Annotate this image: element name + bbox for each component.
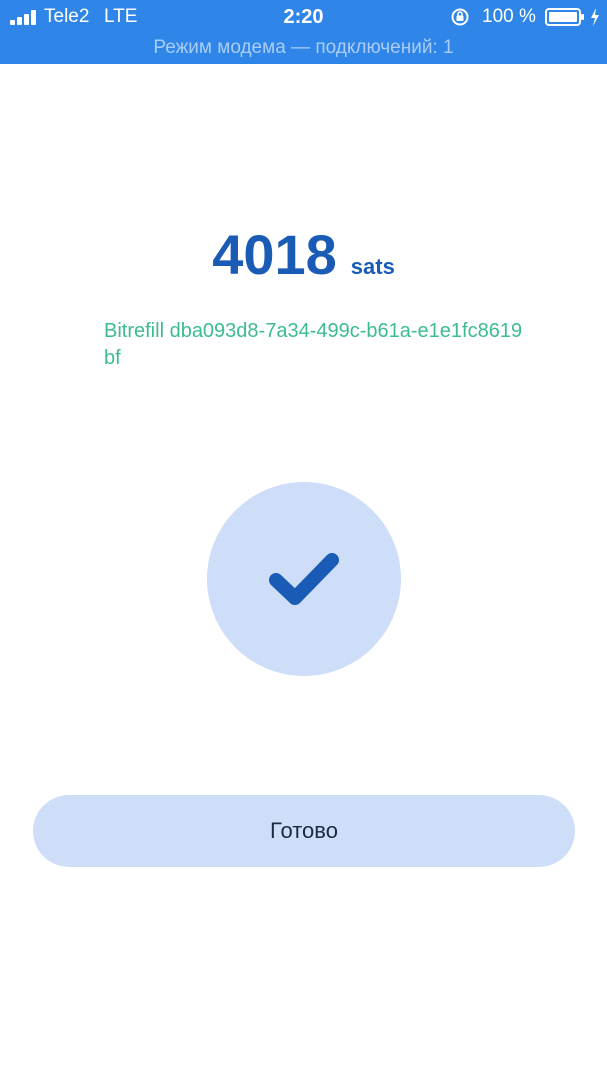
battery-icon [545,8,584,26]
done-button[interactable]: Готово [33,795,575,867]
status-row: Tele2 LTE 2:20 100 % [0,0,607,34]
rotation-lock-icon [451,8,469,26]
status-bar: Tele2 LTE 2:20 100 % Режим модема — подк… [0,0,607,64]
amount-unit: sats [350,254,395,279]
payment-success-screen: Tele2 LTE 2:20 100 % Режим модема — подк… [0,0,607,1080]
checkmark-icon [269,553,339,605]
hotspot-banner[interactable]: Режим модема — подключений: 1 [0,35,607,61]
payment-memo: Bitrefill dba093d8-7a34-499c-b61a-e1e1fc… [104,320,523,369]
charging-bolt-icon [591,8,599,26]
battery-percent: 100 % [482,6,536,27]
amount-value: 4018 [212,223,337,286]
success-indicator [207,482,401,676]
amount-display: 4018 sats [0,222,607,287]
